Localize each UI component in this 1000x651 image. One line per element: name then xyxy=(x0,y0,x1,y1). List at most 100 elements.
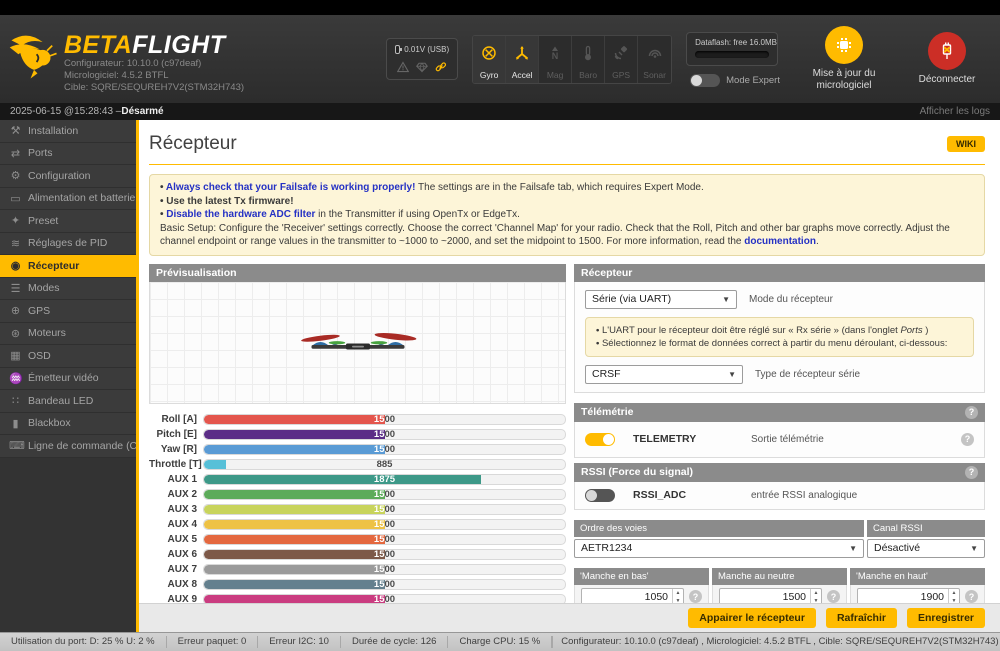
battery-status-widget: 0.01V (USB) xyxy=(386,38,459,80)
help-icon[interactable]: ? xyxy=(961,432,974,446)
sidebar-item-gps[interactable]: ⊕ GPS xyxy=(0,300,136,323)
note-line: • Use the latest Tx firmware! xyxy=(160,195,974,209)
channel-map-header: Ordre des voies xyxy=(574,519,864,537)
note-link[interactable]: Disable the hardware ADC filter xyxy=(166,209,315,220)
show-logs-link[interactable]: Afficher les logs xyxy=(920,106,990,117)
channel-row: AUX 9 15001500 xyxy=(149,593,566,604)
telemetry-feature-name: TELEMETRY xyxy=(633,433,697,445)
channel-value-overlay: 885 xyxy=(204,460,226,469)
channel-bar-fill: 885 xyxy=(204,459,226,469)
note-text: . xyxy=(815,236,819,247)
sidebar-item-blackbox[interactable]: ▮ Blackbox xyxy=(0,412,136,435)
help-icon[interactable]: ? xyxy=(965,590,978,603)
gps-sensor-indicator: GPS xyxy=(605,35,639,83)
preview-panel-header: Prévisualisation xyxy=(149,263,566,282)
wiki-button[interactable]: WIKI xyxy=(947,136,985,152)
sidebar-item-bandeau-led[interactable]: ∷ Bandeau LED xyxy=(0,390,136,413)
stick-setting-manche-en-bas: 'Manche en bas' 1050 ▲ ▼? xyxy=(574,567,709,603)
sidebar-item-label: Alimentation et batterie xyxy=(28,192,136,205)
channel-label: AUX 9 xyxy=(167,593,197,604)
gps-nav-icon: ⊕ xyxy=(10,305,21,318)
spinner-up-icon[interactable]: ▲ xyxy=(811,589,821,597)
sidebar-item-label: Moteurs xyxy=(28,327,66,340)
channel-bar-track: 15001500 xyxy=(203,548,566,560)
note-link[interactable]: documentation xyxy=(744,236,816,247)
battery-voltage: 0.01V (USB) xyxy=(404,45,450,54)
magic-wand-icon: ✦ xyxy=(10,215,21,228)
serial-provider-select[interactable]: CRSF ▼ xyxy=(585,364,743,384)
note-line: • Sélectionnez le format de données corr… xyxy=(596,337,963,350)
save-button[interactable]: Enregistrer xyxy=(906,608,985,628)
sidebar-item-osd[interactable]: ▦ OSD xyxy=(0,345,136,368)
spinner-arrows[interactable]: ▲ ▼ xyxy=(948,588,959,603)
firmware-version: Micrologiciel: 4.5.2 BTFL xyxy=(64,70,169,81)
cli-icon: ⌨ xyxy=(9,440,25,453)
dataflash-widget: Dataflash: free 16.0MB xyxy=(686,31,779,66)
led-strip-icon: ∷ xyxy=(12,395,19,408)
help-icon[interactable]: ? xyxy=(689,590,702,603)
spinner-up-icon[interactable]: ▲ xyxy=(673,589,683,597)
sidebar-item-reglages-de-pid[interactable]: ≋ Réglages de PID xyxy=(0,232,136,255)
channel-bar-track: 15001500 xyxy=(203,413,566,425)
sidebar-item-configuration[interactable]: ⚙ Configuration xyxy=(0,165,136,188)
sidebar-item-moteurs[interactable]: ⊛ Moteurs xyxy=(0,322,136,345)
refresh-button[interactable]: Rafraîchir xyxy=(825,608,897,628)
stick-setting-manche-en-haut: 'Manche en haut' 1900 ▲ ▼? xyxy=(850,567,985,603)
sidebar-item-ligne-de-commande-cli[interactable]: ⌨ Ligne de commande (CLI) xyxy=(0,435,149,458)
sidebar-item-ports[interactable]: ⇄ Ports xyxy=(0,142,136,165)
help-icon[interactable]: ? xyxy=(965,465,978,479)
bind-receiver-button[interactable]: Appairer le récepteur xyxy=(688,608,816,628)
sidebar-item-preset[interactable]: ✦ Preset xyxy=(0,210,136,233)
disconnect-button[interactable]: Déconnecter xyxy=(908,32,986,86)
receiver-mode-select[interactable]: Série (via UART) ▼ xyxy=(585,289,737,309)
svg-text:N: N xyxy=(552,51,559,61)
help-icon[interactable]: ? xyxy=(827,590,840,603)
note-line: • Always check that your Failsafe is wor… xyxy=(160,181,974,195)
arming-state: Désarmé xyxy=(121,106,164,117)
sensor-status-bar: Gyro Accel N Mag Baro GPS Sonar xyxy=(472,34,673,84)
battery-icon xyxy=(395,45,403,54)
spinner-arrows[interactable]: ▲ ▼ xyxy=(810,588,821,603)
channel-value-overlay: 1500 xyxy=(373,504,385,514)
channel-row: AUX 2 15001500 xyxy=(149,488,566,500)
sidebar-item-label: GPS xyxy=(28,304,51,317)
baro-icon xyxy=(580,45,596,70)
channel-label: AUX 1 xyxy=(167,473,197,485)
serial-receiver-note: • L'UART pour le récepteur doit être rég… xyxy=(585,316,974,357)
sidebar-item-installation[interactable]: ⚒ Installation xyxy=(0,120,136,143)
sidebar-item-modes[interactable]: ☰ Modes xyxy=(0,277,136,300)
rssi-channel-select[interactable]: Désactivé ▼ xyxy=(867,538,985,558)
channel-value-overlay: 1500 xyxy=(373,414,385,424)
rssi-adc-toggle[interactable] xyxy=(585,488,615,502)
sidebar-item-recepteur[interactable]: ◉ Récepteur xyxy=(0,255,136,278)
receiver-settings-panel: Récepteur Série (via UART) ▼ Mode du réce… xyxy=(574,263,985,393)
channel-bar-track: 885 885 xyxy=(203,458,566,470)
help-icon[interactable]: ? xyxy=(965,405,978,419)
telemetry-toggle[interactable] xyxy=(585,432,615,446)
channel-label: AUX 6 xyxy=(167,548,197,560)
expert-mode-toggle[interactable] xyxy=(690,73,721,87)
baro-sensor-indicator: Baro xyxy=(572,35,606,83)
mag-sensor-indicator: N Mag xyxy=(539,35,573,83)
spinner-arrows[interactable]: ▲ ▼ xyxy=(672,588,683,603)
betaflight-configurator-window: BETAFLIGHT Configurateur: 10.10.0 (c97de… xyxy=(0,0,1000,651)
manche-en-bas-input[interactable]: 1050 ▲ ▼ xyxy=(581,587,684,603)
firmware-update-button[interactable]: Mise à jour du micrologiciel xyxy=(794,26,894,92)
manche-au-neutre-input[interactable]: 1500 ▲ ▼ xyxy=(719,587,822,603)
channel-map-select[interactable]: AETR1234 ▼ xyxy=(574,538,864,558)
channel-bar-fill: 1500 xyxy=(204,549,385,559)
link-icon xyxy=(435,62,447,72)
content-toolbar: Appairer le récepteur Rafraîchir Enregis… xyxy=(139,603,1000,632)
sidebar-item-label: Ligne de commande (CLI) xyxy=(28,439,150,452)
chevron-down-icon: ▼ xyxy=(728,369,736,379)
channel-bar-track: 15001500 xyxy=(203,593,566,603)
spinner-up-icon[interactable]: ▲ xyxy=(949,589,959,597)
channel-row: Throttle [T]885885 xyxy=(149,458,566,470)
channel-row: AUX 1 18751875 xyxy=(149,473,566,485)
sidebar-item-alimentation-et-batterie[interactable]: ▭ Alimentation et batterie xyxy=(0,187,136,210)
manche-en-haut-input[interactable]: 1900 ▲ ▼ xyxy=(857,587,960,603)
window-titlebar xyxy=(0,0,1000,15)
app-header: BETAFLIGHT Configurateur: 10.10.0 (c97de… xyxy=(0,15,1000,103)
note-link[interactable]: Always check that your Failsafe is worki… xyxy=(166,182,416,193)
sidebar-item-emetteur-video[interactable]: ♒ Émetteur vidéo xyxy=(0,367,136,390)
